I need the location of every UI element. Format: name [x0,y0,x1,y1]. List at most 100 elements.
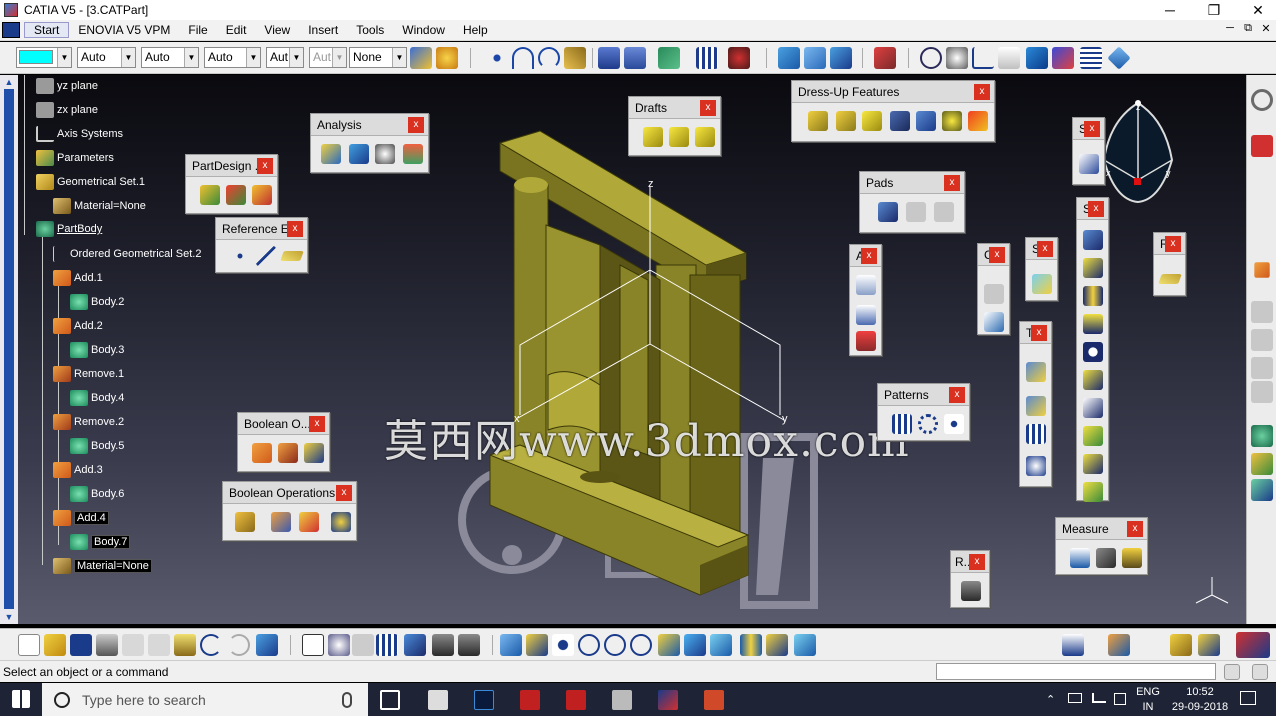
palette-close-button[interactable]: x [861,248,877,264]
menu-enovia[interactable]: ENOVIA V5 VPM [69,23,179,37]
add-icon[interactable] [271,512,291,532]
mdi-minimize-button[interactable]: ─ [1222,22,1238,38]
grid-icon[interactable] [696,47,718,69]
palette-close-button[interactable]: x [949,387,965,403]
design-table-icon[interactable] [376,634,398,656]
status-panel-icon[interactable] [1224,664,1240,680]
plane-icon[interactable] [280,251,304,261]
whats-this-icon[interactable] [256,634,278,656]
copy-icon[interactable] [148,634,170,656]
loft-icon[interactable] [1083,454,1103,474]
body-icon[interactable] [200,185,220,205]
taskbar-search-box[interactable]: Type here to search [42,683,368,716]
measure-toolbar[interactable]: Measure x [1055,517,1148,575]
update-icon[interactable] [1062,634,1084,656]
palette-close-button[interactable]: x [1088,201,1104,217]
catia-taskbar-icon[interactable] [658,690,678,710]
thickness-icon[interactable] [916,111,936,131]
pattern-icon[interactable] [1026,424,1046,444]
add-body-icon[interactable] [252,443,272,463]
color-combo[interactable]: ▼ [16,47,72,68]
remove-face-icon[interactable] [968,111,988,131]
formula-icon[interactable] [302,634,324,656]
hole-icon[interactable] [1083,342,1103,362]
painter-icon[interactable] [410,47,432,69]
paste-icon[interactable] [174,634,196,656]
dimension-icon[interactable] [998,47,1020,69]
multi-view-icon[interactable] [684,634,706,656]
linetype-combo[interactable]: Auto ▼ [141,47,199,68]
language-top[interactable]: ENG [1136,686,1160,698]
geometrical-set-icon[interactable] [252,185,272,205]
thread-icon[interactable] [942,111,962,131]
constraint-defined-icon[interactable] [984,312,1004,332]
stiffener-icon[interactable] [1083,426,1103,446]
zoom-in-icon[interactable] [604,634,626,656]
palette-close-button[interactable]: x [1084,121,1100,137]
palette-close-button[interactable]: x [336,485,352,501]
catalog-icon[interactable] [874,47,896,69]
calculator-icon[interactable] [428,690,448,710]
body-icon[interactable] [1170,634,1192,656]
lock-list-icon[interactable] [458,634,480,656]
palette-close-button[interactable]: x [408,117,424,133]
pad-icon[interactable] [878,202,898,222]
reference-plane-icon[interactable] [1158,274,1182,284]
assemble-icon[interactable] [235,512,255,532]
palette-close-button[interactable]: x [1127,521,1143,537]
edge-fillet-icon[interactable] [808,111,828,131]
hide-show-icon[interactable] [766,634,788,656]
curvature-analysis-icon[interactable] [349,144,369,164]
command-input[interactable] [936,663,1216,680]
save-icon[interactable] [70,634,92,656]
dressup-features-toolbar[interactable]: Dress-Up Features x [791,80,995,142]
rib-icon[interactable] [1083,370,1103,390]
menu-window[interactable]: Window [393,23,454,37]
measure-between-icon[interactable] [1026,47,1048,69]
surface-icon[interactable] [778,47,800,69]
body-tool-icon[interactable] [1251,425,1273,447]
split-surface-icon[interactable] [1032,274,1052,294]
list-icon[interactable] [1080,47,1102,69]
repeat-icon[interactable] [804,47,826,69]
swap-visible-space-icon[interactable] [794,634,816,656]
drafts-toolbar[interactable]: Drafts x [628,96,721,156]
undo-icon[interactable] [200,634,222,656]
whats-this-icon[interactable] [830,47,852,69]
flag-note-icon[interactable] [856,305,876,325]
photoshop-icon[interactable] [474,690,494,710]
palette-close-button[interactable]: x [989,247,1005,263]
geometrical-set-icon[interactable] [1198,634,1220,656]
shading-icon[interactable] [740,634,762,656]
pocket-icon[interactable] [1083,258,1103,278]
chamfer-icon[interactable] [836,111,856,131]
offset-surface-icon[interactable] [624,47,646,69]
eraser-icon[interactable] [1107,46,1131,70]
file-app-icon[interactable] [612,690,632,710]
sketcher-toolbar[interactable]: Sx [1072,117,1105,185]
knowledge-advisor-icon[interactable] [328,634,350,656]
draft-analysis-icon[interactable] [321,144,341,164]
language-bottom[interactable]: IN [1136,701,1160,713]
removed-loft-icon[interactable] [1083,482,1103,502]
clock-time[interactable]: 10:52 [1168,686,1232,698]
palette-close-button[interactable]: x [974,84,990,100]
open-folder-icon[interactable] [44,634,66,656]
plane-icon[interactable] [564,47,586,69]
task-view-icon[interactable] [380,690,400,710]
pad-icon[interactable] [1083,230,1103,250]
partdesign-toolbar[interactable]: PartDesign ... x [185,154,278,214]
restore-button[interactable]: ❐ [1192,0,1236,20]
fly-mode-icon[interactable] [500,634,522,656]
notification-icon[interactable] [1240,691,1256,705]
minimize-button[interactable]: ─ [1148,0,1192,20]
translation-icon[interactable] [1026,362,1046,382]
lineweight-combo[interactable]: Auto ▼ [204,47,261,68]
measure-between-icon[interactable] [1070,548,1090,568]
pan-icon[interactable] [946,47,968,69]
point-icon[interactable] [486,47,508,69]
reference-elements-toolbar[interactable]: Reference E... x [215,217,308,273]
mdi-restore-button[interactable]: ⧉ [1240,22,1256,38]
select-arrow-icon[interactable] [1254,262,1270,278]
powerpoint-icon[interactable] [704,690,724,710]
